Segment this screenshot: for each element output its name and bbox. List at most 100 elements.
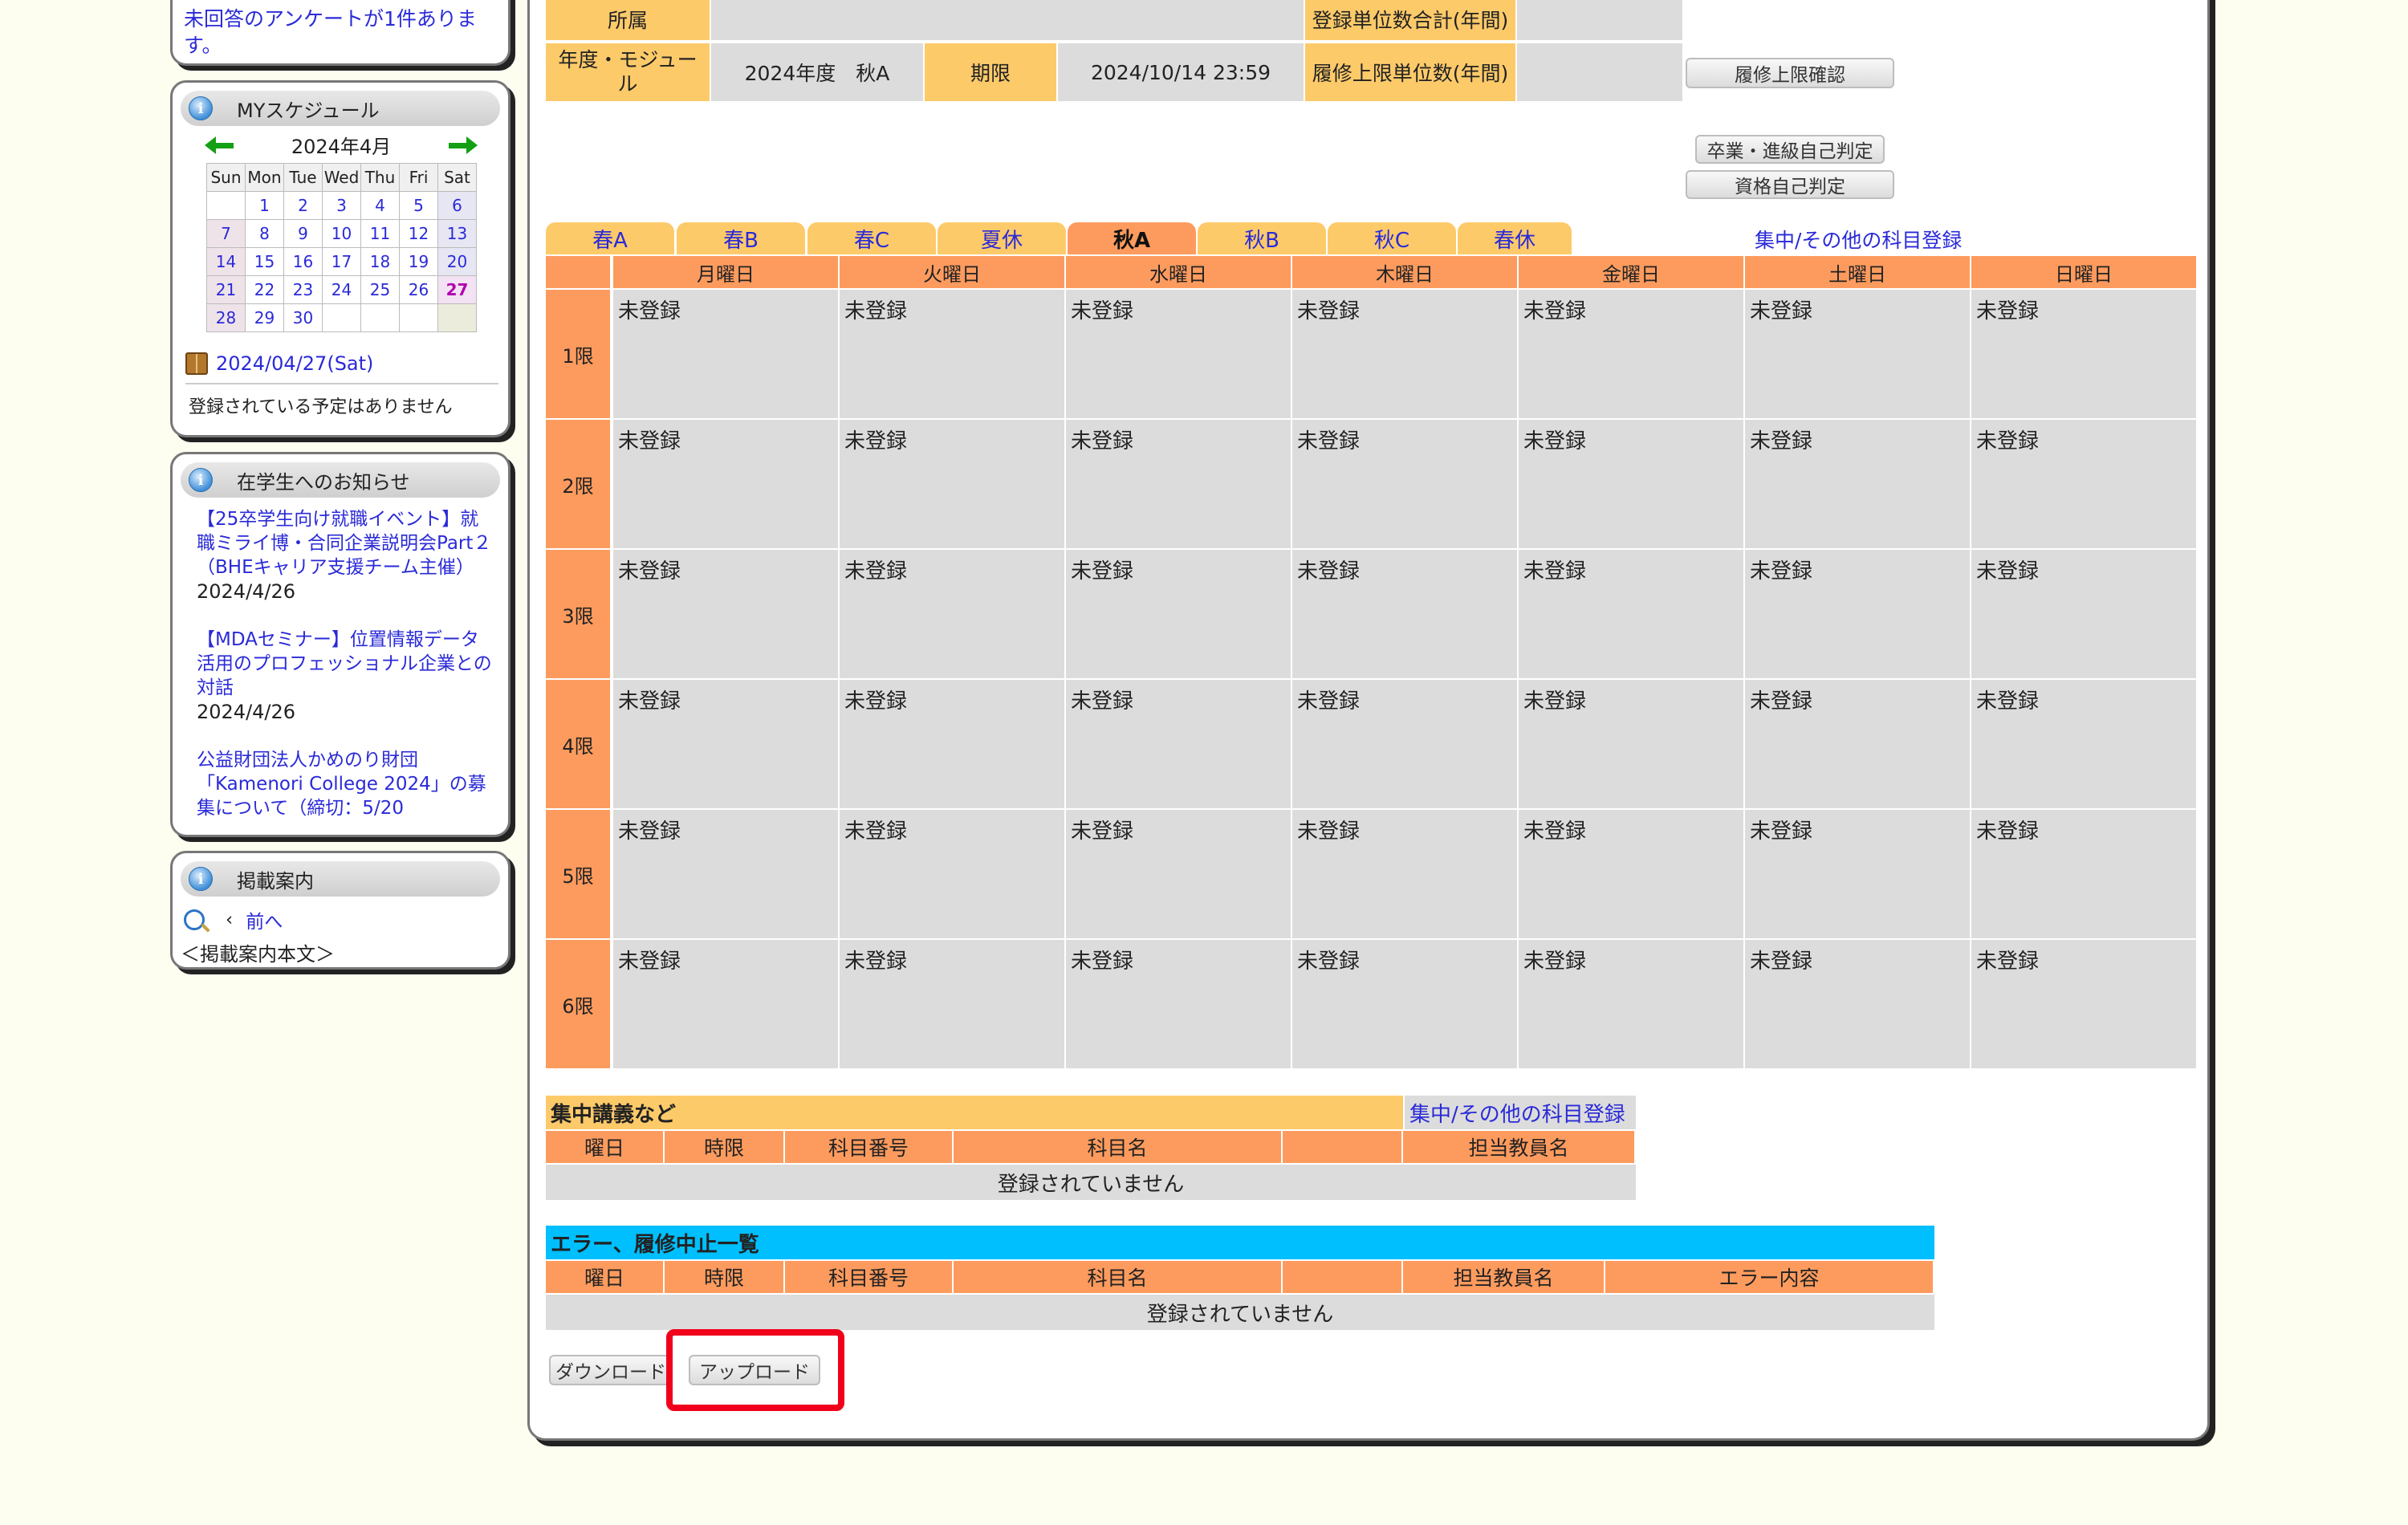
tab-term[interactable]: 夏休 bbox=[938, 222, 1066, 254]
calendar-day[interactable]: 13 bbox=[437, 219, 477, 248]
timetable-cell[interactable]: 未登録 bbox=[1066, 680, 1291, 808]
timetable-cell[interactable]: 未登録 bbox=[1292, 810, 1517, 938]
guide-prev-link[interactable]: 前へ bbox=[246, 906, 283, 933]
calendar-day[interactable]: 23 bbox=[283, 275, 323, 304]
calendar-day[interactable]: 27 bbox=[437, 275, 477, 304]
timetable-cell[interactable]: 未登録 bbox=[1066, 550, 1291, 678]
timetable-cell[interactable]: 未登録 bbox=[613, 810, 838, 938]
timetable-cell[interactable]: 未登録 bbox=[613, 550, 838, 678]
tab-term[interactable]: 春B bbox=[677, 222, 805, 254]
timetable-cell[interactable]: 未登録 bbox=[1745, 550, 1970, 678]
my-schedule-title: MYスケジュール bbox=[237, 99, 380, 122]
timetable-cell[interactable]: 未登録 bbox=[1519, 550, 1743, 678]
timetable-cell[interactable]: 未登録 bbox=[840, 810, 1064, 938]
calendar-day[interactable]: 18 bbox=[360, 247, 400, 276]
calendar-weekday: Thu bbox=[360, 163, 400, 192]
graduation-self-check-button[interactable]: 卒業・進級自己判定 bbox=[1695, 135, 1885, 164]
notice-link[interactable]: 【MDAセミナー】位置情報データ活用のプロフェッショナル企業との対話 bbox=[197, 629, 492, 698]
timetable-cell[interactable]: 未登録 bbox=[1519, 290, 1743, 418]
calendar-day[interactable]: 16 bbox=[283, 247, 323, 276]
calendar-day[interactable]: 26 bbox=[399, 275, 438, 304]
tab-term[interactable]: 春A bbox=[546, 222, 674, 254]
timetable-cell[interactable]: 未登録 bbox=[1745, 680, 1970, 808]
selected-date-label[interactable]: 2024/04/27(Sat) bbox=[216, 352, 373, 375]
calendar-day[interactable]: 17 bbox=[322, 247, 361, 276]
prev-month-arrow-icon[interactable] bbox=[205, 134, 234, 157]
calendar-day[interactable]: 7 bbox=[206, 219, 246, 248]
calendar-day[interactable]: 14 bbox=[206, 247, 246, 276]
timetable-cell[interactable]: 未登録 bbox=[1971, 680, 2196, 808]
timetable-cell[interactable]: 未登録 bbox=[840, 680, 1064, 808]
notice-link[interactable]: 【25卒学生向け就職イベント】就職ミライ博・合同企業説明会Part２（BHEキャ… bbox=[197, 509, 491, 578]
download-button[interactable]: ダウンロード bbox=[549, 1355, 673, 1385]
timetable-cell[interactable]: 未登録 bbox=[613, 420, 838, 548]
calendar-day[interactable]: 4 bbox=[360, 191, 400, 220]
timetable-cell[interactable]: 未登録 bbox=[840, 420, 1064, 548]
calendar-day[interactable]: 3 bbox=[322, 191, 361, 220]
calendar-day[interactable]: 6 bbox=[437, 191, 477, 220]
calendar-day[interactable]: 19 bbox=[399, 247, 438, 276]
timetable-cell[interactable]: 未登録 bbox=[1519, 810, 1743, 938]
notice-link[interactable]: 公益財団法人かめのり財団「Kamenori College 2024」の募集につ… bbox=[197, 750, 486, 819]
calendar-day[interactable]: 10 bbox=[322, 219, 361, 248]
qualification-self-check-button[interactable]: 資格自己判定 bbox=[1686, 170, 1894, 199]
tab-term[interactable]: 春休 bbox=[1458, 222, 1572, 254]
timetable-cell[interactable]: 未登録 bbox=[1745, 420, 1970, 548]
intensive-registration-link-top[interactable]: 集中/その他の科目登録 bbox=[1755, 225, 1962, 254]
calendar-week-row: 21 22 23 24 25 26 27 bbox=[206, 275, 477, 304]
book-icon bbox=[185, 352, 208, 375]
timetable-cell[interactable]: 未登録 bbox=[1066, 940, 1291, 1068]
calendar-day[interactable]: 1 bbox=[245, 191, 284, 220]
calendar-day[interactable]: 24 bbox=[322, 275, 361, 304]
timetable-cell[interactable]: 未登録 bbox=[1066, 420, 1291, 548]
timetable-cell[interactable]: 未登録 bbox=[1971, 290, 2196, 418]
timetable-cell[interactable]: 未登録 bbox=[613, 680, 838, 808]
calendar-day[interactable]: 20 bbox=[437, 247, 477, 276]
calendar-day[interactable]: 25 bbox=[360, 275, 400, 304]
timetable-cell[interactable]: 未登録 bbox=[1292, 940, 1517, 1068]
timetable-cell[interactable]: 未登録 bbox=[1066, 810, 1291, 938]
calendar-day[interactable]: 30 bbox=[283, 303, 323, 332]
timetable-cell[interactable]: 未登録 bbox=[840, 550, 1064, 678]
calendar-day[interactable]: 2 bbox=[283, 191, 323, 220]
calendar-day[interactable]: 11 bbox=[360, 219, 400, 248]
calendar-day[interactable]: 28 bbox=[206, 303, 246, 332]
calendar-day[interactable]: 8 bbox=[245, 219, 284, 248]
next-month-arrow-icon[interactable] bbox=[448, 134, 478, 157]
timetable-cell[interactable]: 未登録 bbox=[1292, 290, 1517, 418]
timetable-cell[interactable]: 未登録 bbox=[613, 940, 838, 1068]
timetable-cell[interactable]: 未登録 bbox=[1971, 940, 2196, 1068]
calendar-day[interactable]: 12 bbox=[399, 219, 438, 248]
credit-limit-check-button[interactable]: 履修上限確認 bbox=[1686, 58, 1894, 88]
tab-term[interactable]: 春C bbox=[807, 222, 936, 254]
calendar-day[interactable]: 5 bbox=[399, 191, 438, 220]
calendar-day[interactable]: 22 bbox=[245, 275, 284, 304]
selected-date[interactable]: 2024/04/27(Sat) bbox=[185, 352, 373, 375]
unanswered-survey-link[interactable]: 未回答のアンケートが1件あります。 bbox=[184, 6, 505, 59]
calendar-day[interactable]: 29 bbox=[245, 303, 284, 332]
timetable-cell[interactable]: 未登録 bbox=[1745, 290, 1970, 418]
calendar-day[interactable]: 15 bbox=[245, 247, 284, 276]
timetable-cell[interactable]: 未登録 bbox=[1971, 550, 2196, 678]
timetable-cell[interactable]: 未登録 bbox=[840, 290, 1064, 418]
intensive-title: 集中講義など bbox=[546, 1096, 1403, 1129]
calendar-day[interactable]: 9 bbox=[283, 219, 323, 248]
tab-term[interactable]: 秋B bbox=[1198, 222, 1326, 254]
timetable-cell[interactable]: 未登録 bbox=[1519, 680, 1743, 808]
timetable-cell[interactable]: 未登録 bbox=[613, 290, 838, 418]
timetable-cell[interactable]: 未登録 bbox=[1292, 420, 1517, 548]
timetable-cell[interactable]: 未登録 bbox=[1066, 290, 1291, 418]
tab-term[interactable]: 秋A bbox=[1068, 222, 1196, 254]
timetable-cell[interactable]: 未登録 bbox=[1971, 420, 2196, 548]
timetable-cell[interactable]: 未登録 bbox=[840, 940, 1064, 1068]
timetable-cell[interactable]: 未登録 bbox=[1519, 940, 1743, 1068]
tab-term[interactable]: 秋C bbox=[1328, 222, 1456, 254]
timetable-cell[interactable]: 未登録 bbox=[1519, 420, 1743, 548]
timetable-cell[interactable]: 未登録 bbox=[1292, 680, 1517, 808]
intensive-registration-link[interactable]: 集中/その他の科目登録 bbox=[1405, 1096, 1636, 1129]
timetable-cell[interactable]: 未登録 bbox=[1745, 940, 1970, 1068]
timetable-cell[interactable]: 未登録 bbox=[1292, 550, 1517, 678]
timetable-cell[interactable]: 未登録 bbox=[1745, 810, 1970, 938]
timetable-cell[interactable]: 未登録 bbox=[1971, 810, 2196, 938]
calendar-day[interactable]: 21 bbox=[206, 275, 246, 304]
